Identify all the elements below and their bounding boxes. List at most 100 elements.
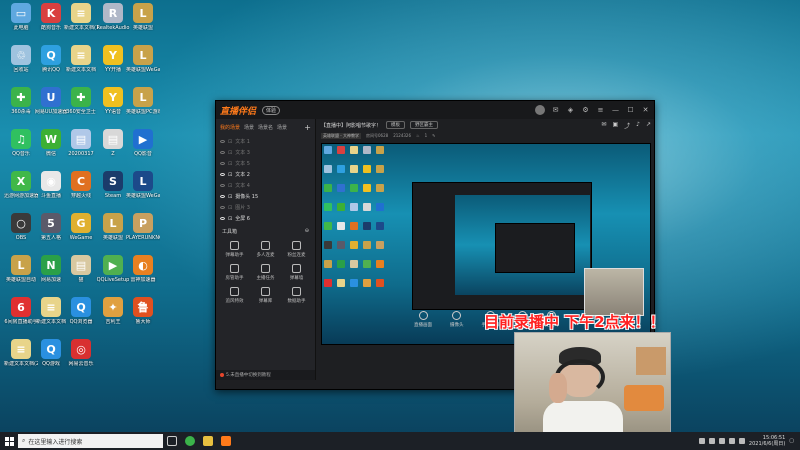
- desktop-icon[interactable]: ○ OBS: [4, 213, 38, 241]
- tool-button[interactable]: 多人连麦: [251, 241, 280, 258]
- desktop-icon[interactable]: ◐ 雷神加速器: [126, 255, 160, 283]
- desktop-icon[interactable]: P PLAYERUNKNOWN'S BATTLEGR...: [126, 213, 160, 241]
- desktop-icon[interactable]: ▤ Z: [96, 129, 130, 157]
- eye-icon[interactable]: [220, 140, 225, 143]
- source-row[interactable]: ⊡ 文本 1: [216, 136, 315, 147]
- tab-scene-3[interactable]: 场景: [277, 124, 287, 131]
- eye-icon[interactable]: [220, 206, 225, 209]
- message-icon[interactable]: ✉: [551, 106, 560, 114]
- tray-app-icon[interactable]: [708, 438, 715, 444]
- close-icon[interactable]: ✕: [641, 106, 650, 114]
- tab-scene-2[interactable]: 场景名: [258, 124, 273, 131]
- tab-scene-1[interactable]: 场景: [244, 124, 254, 131]
- tool-button[interactable]: 数据助手: [282, 287, 311, 304]
- desktop-icon[interactable]: Q 腾讯QQ: [34, 45, 68, 73]
- eye-icon[interactable]: [220, 173, 225, 176]
- desktop-icon[interactable]: S Steam: [96, 171, 130, 199]
- chrome-icon[interactable]: [181, 432, 199, 450]
- desktop-icon[interactable]: L 英雄联盟WeGame版: [126, 45, 160, 73]
- desktop-icon[interactable]: ▤ 猫: [64, 255, 98, 283]
- desktop-icon[interactable]: G WeGame: [64, 213, 98, 241]
- desktop-icon[interactable]: ▶ QQ影音: [126, 129, 160, 157]
- desktop-icon[interactable]: Q QQ游戏: [34, 339, 68, 367]
- version-badge[interactable]: 体验: [262, 105, 281, 115]
- desktop-icon[interactable]: L 英雄联盟: [126, 3, 160, 31]
- collapse-icon[interactable]: ⊖: [305, 228, 309, 235]
- tool-button[interactable]: 追风特效: [220, 287, 249, 304]
- desktop-icon[interactable]: X 迅游网游加速器: [4, 171, 38, 199]
- start-button[interactable]: [0, 432, 18, 450]
- source-row[interactable]: ⊡ 全屏 6: [216, 213, 315, 224]
- search-box[interactable]: ⌕ 在这里输入进行搜索: [18, 434, 163, 448]
- desktop-icon[interactable]: N 网易加速: [34, 255, 68, 283]
- desktop-icon[interactable]: L 英雄联盟PC游戏机器人: [126, 87, 160, 115]
- source-add-button[interactable]: 摄像头: [450, 310, 464, 328]
- desktop-icon[interactable]: C 穿越火线: [64, 171, 98, 199]
- desktop-icon[interactable]: ✦ 吉利王: [96, 297, 130, 325]
- desktop-icon[interactable]: U 网易UU加速器: [34, 87, 68, 115]
- network-icon[interactable]: [728, 438, 735, 444]
- source-row[interactable]: ⊡ 文本 2: [216, 169, 315, 180]
- tool-button[interactable]: 粉丝连麦: [282, 241, 311, 258]
- desktop-icon[interactable]: ◎ 网易云音乐: [64, 339, 98, 367]
- menu-icon[interactable]: ≡: [596, 106, 605, 114]
- stream-title[interactable]: 【直播中】阿影唱节歌字！: [321, 122, 381, 129]
- notification-icon[interactable]: ▢: [789, 438, 794, 444]
- eye-icon[interactable]: [220, 217, 225, 220]
- template-button[interactable]: 模板: [386, 121, 406, 129]
- source-add-button[interactable]: 直播画面: [414, 310, 432, 328]
- desktop-icon[interactable]: ♲ 回收站: [4, 45, 38, 73]
- add-scene-icon[interactable]: +: [304, 123, 311, 132]
- desktop-icon[interactable]: ≡ 新建文本文档: [34, 297, 68, 325]
- settings-icon[interactable]: ⚙: [581, 106, 590, 114]
- category-select[interactable]: 野区霸主: [410, 121, 439, 129]
- desktop-icon[interactable]: K 酷狗音乐: [34, 3, 68, 31]
- eye-icon[interactable]: [220, 162, 225, 165]
- desktop-icon[interactable]: ✚ 360安全卫士: [64, 87, 98, 115]
- source-row[interactable]: ⊡ 文本 3: [216, 147, 315, 158]
- tool-button[interactable]: 主播任务: [251, 264, 280, 281]
- lock-icon[interactable]: ⊡: [228, 216, 232, 222]
- tab-scene-0[interactable]: 我的场景: [220, 124, 240, 131]
- desktop-icon[interactable]: ≡ 新建文本文档(1): [64, 3, 98, 31]
- desktop-icon[interactable]: 鲁鲁大师: [126, 297, 160, 325]
- tray-app-icon[interactable]: [698, 438, 705, 444]
- app-taskbar-icon[interactable]: [217, 432, 235, 450]
- desktop-icon[interactable]: ≡ 新建文本文档(2): [4, 339, 38, 367]
- lock-icon[interactable]: ⊡: [228, 172, 232, 178]
- lock-icon[interactable]: ⊡: [228, 139, 232, 145]
- desktop-icon[interactable]: Y YY开播: [96, 45, 130, 73]
- clock[interactable]: 15:06:51 2021/6/6(周日): [749, 435, 785, 447]
- source-row[interactable]: ⊡ 文本 5: [216, 158, 315, 169]
- desktop-icon[interactable]: ◉ 斗鱼直播: [34, 171, 68, 199]
- lock-icon[interactable]: ⊡: [228, 150, 232, 156]
- source-row[interactable]: ⊡ 图片 3: [216, 202, 315, 213]
- desktop-icon[interactable]: ▤ 20200317: [64, 129, 98, 157]
- explorer-icon[interactable]: [199, 432, 217, 450]
- lock-icon[interactable]: ⊡: [228, 183, 232, 189]
- desktop-icon[interactable]: ✚ 360杀毒: [4, 87, 38, 115]
- desktop-icon[interactable]: L 英雄联盟: [96, 213, 130, 241]
- task-view-icon[interactable]: [163, 432, 181, 450]
- desktop-icon[interactable]: R RealtekAudio: [96, 3, 130, 31]
- desktop-icon[interactable]: W 微信: [34, 129, 68, 157]
- lock-icon[interactable]: ⊡: [228, 161, 232, 167]
- edit-icon[interactable]: ✎: [432, 133, 435, 138]
- user-avatar[interactable]: [535, 105, 545, 115]
- desktop-icon[interactable]: ♫ QQ音乐: [4, 129, 38, 157]
- tool-button[interactable]: 弹幕助手: [220, 241, 249, 258]
- desktop-icon[interactable]: 5 第五人格: [34, 213, 68, 241]
- lock-icon[interactable]: ▣: [612, 121, 618, 130]
- minimize-icon[interactable]: —: [611, 106, 620, 114]
- desktop-icon[interactable]: 6 6间房直播助手: [4, 297, 38, 325]
- desktop-icon[interactable]: L 英雄联盟自动: [4, 255, 38, 283]
- desktop-icon[interactable]: Y YY语音: [96, 87, 130, 115]
- eye-icon[interactable]: [220, 151, 225, 154]
- desktop-icon[interactable]: Q QQ浏览器: [64, 297, 98, 325]
- desktop-icon[interactable]: ▶ QQLiveSetup: [96, 255, 130, 283]
- source-row[interactable]: ⊡ 文本 4: [216, 180, 315, 191]
- tool-button[interactable]: 弹幕墙: [282, 264, 311, 281]
- link-icon[interactable]: ↗: [646, 121, 651, 130]
- desktop-icon[interactable]: ≡ 新建文本文档: [64, 45, 98, 73]
- lock-icon[interactable]: ⊡: [228, 205, 232, 211]
